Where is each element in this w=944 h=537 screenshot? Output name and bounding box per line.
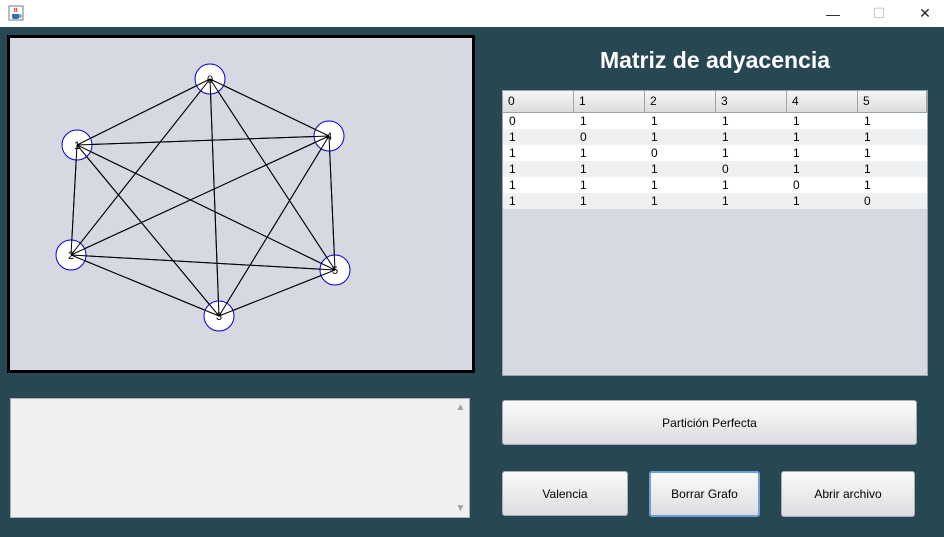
table-cell[interactable]: 1 bbox=[574, 145, 645, 161]
graph-edge-overlay bbox=[209, 78, 220, 317]
table-cell[interactable]: 1 bbox=[858, 145, 927, 161]
table-cell[interactable]: 1 bbox=[787, 113, 858, 129]
graph-edge-overlay bbox=[218, 135, 330, 317]
graph-edge-overlay bbox=[70, 78, 211, 256]
table-cell[interactable]: 1 bbox=[858, 129, 927, 145]
graph-edge-overlay bbox=[76, 144, 220, 317]
table-cell[interactable]: 1 bbox=[645, 113, 716, 129]
table-cell[interactable]: 1 bbox=[787, 161, 858, 177]
graph-edge-overlay bbox=[76, 78, 211, 146]
graph-edge-overlay bbox=[218, 269, 336, 317]
output-text bbox=[11, 399, 469, 407]
table-cell[interactable]: 1 bbox=[503, 145, 574, 161]
graph-edge-overlay bbox=[76, 144, 336, 271]
maximize-button[interactable]: ☐ bbox=[856, 0, 902, 27]
table-row[interactable]: 111110 bbox=[503, 193, 927, 209]
table-cell[interactable]: 1 bbox=[858, 113, 927, 129]
table-cell[interactable]: 1 bbox=[716, 113, 787, 129]
scroll-down-arrow-icon[interactable]: ▼ bbox=[452, 500, 469, 517]
table-cell[interactable]: 1 bbox=[858, 177, 927, 193]
scroll-up-arrow-icon[interactable]: ▲ bbox=[452, 399, 469, 416]
open-file-button[interactable]: Abrir archivo bbox=[781, 471, 915, 517]
table-cell[interactable]: 1 bbox=[716, 177, 787, 193]
valence-button[interactable]: Valencia bbox=[502, 471, 628, 516]
column-header[interactable]: 2 bbox=[645, 91, 716, 112]
table-row[interactable]: 111101 bbox=[503, 177, 927, 193]
minimize-button[interactable]: — bbox=[810, 0, 856, 27]
graph-edge-overlay bbox=[70, 254, 336, 271]
table-cell[interactable]: 1 bbox=[574, 177, 645, 193]
graph-edge-overlay bbox=[70, 254, 220, 317]
table-cell[interactable]: 0 bbox=[787, 177, 858, 193]
column-header[interactable]: 4 bbox=[787, 91, 858, 112]
table-row[interactable]: 011111 bbox=[503, 113, 927, 129]
table-cell[interactable]: 1 bbox=[503, 161, 574, 177]
graph-edge-overlay bbox=[70, 135, 330, 256]
table-cell[interactable]: 1 bbox=[645, 161, 716, 177]
column-header[interactable]: 0 bbox=[503, 91, 574, 112]
table-cell[interactable]: 1 bbox=[716, 145, 787, 161]
table-cell[interactable]: 0 bbox=[858, 193, 927, 209]
table-cell[interactable]: 1 bbox=[858, 161, 927, 177]
graph-edge-overlay bbox=[209, 78, 336, 271]
column-header[interactable]: 3 bbox=[716, 91, 787, 112]
clear-graph-button[interactable]: Borrar Grafo bbox=[649, 471, 760, 517]
graph-edge-overlay bbox=[76, 135, 330, 146]
table-cell[interactable]: 1 bbox=[716, 193, 787, 209]
table-cell[interactable]: 1 bbox=[503, 129, 574, 145]
table-cell[interactable]: 1 bbox=[787, 145, 858, 161]
table-cell[interactable]: 1 bbox=[645, 129, 716, 145]
table-row[interactable]: 111011 bbox=[503, 161, 927, 177]
table-cell[interactable]: 1 bbox=[787, 193, 858, 209]
table-cell[interactable]: 1 bbox=[574, 193, 645, 209]
table-cell[interactable]: 1 bbox=[645, 177, 716, 193]
column-header[interactable]: 1 bbox=[574, 91, 645, 112]
table-cell[interactable]: 0 bbox=[574, 129, 645, 145]
table-cell[interactable]: 1 bbox=[787, 129, 858, 145]
perfect-partition-button[interactable]: Partición Perfecta bbox=[502, 400, 917, 445]
table-cell[interactable]: 1 bbox=[574, 161, 645, 177]
graph-edge-overlay bbox=[70, 144, 78, 256]
graph-edge-overlay bbox=[328, 135, 336, 271]
java-cup-icon bbox=[8, 5, 24, 21]
table-cell[interactable]: 1 bbox=[716, 129, 787, 145]
table-cell[interactable]: 0 bbox=[645, 145, 716, 161]
close-button[interactable]: ✕ bbox=[902, 0, 944, 27]
table-cell[interactable]: 0 bbox=[503, 113, 574, 129]
vertical-scrollbar[interactable]: ▲ ▼ bbox=[452, 399, 469, 517]
table-cell[interactable]: 1 bbox=[574, 113, 645, 129]
title-bar: — ☐ ✕ bbox=[0, 0, 944, 27]
graph-canvas[interactable]: 014253 bbox=[7, 35, 475, 373]
table-row[interactable]: 110111 bbox=[503, 145, 927, 161]
matrix-title: Matriz de adyacencia bbox=[599, 47, 831, 73]
table-header: 012345 bbox=[503, 91, 927, 113]
table-cell[interactable]: 1 bbox=[503, 177, 574, 193]
graph-drawing: 014253 bbox=[55, 63, 351, 332]
output-text-area[interactable]: ▲ ▼ bbox=[10, 398, 470, 518]
table-cell[interactable]: 1 bbox=[645, 193, 716, 209]
table-cell[interactable]: 0 bbox=[716, 161, 787, 177]
table-row[interactable]: 101111 bbox=[503, 129, 927, 145]
column-header[interactable]: 5 bbox=[858, 91, 927, 112]
table-cell[interactable]: 1 bbox=[503, 193, 574, 209]
graph-edge-overlay bbox=[209, 78, 330, 137]
table-body: 011111101111110111111011111101111110 bbox=[503, 113, 927, 209]
adjacency-matrix-table[interactable]: 012345 011111101111110111111011111101111… bbox=[502, 90, 928, 376]
